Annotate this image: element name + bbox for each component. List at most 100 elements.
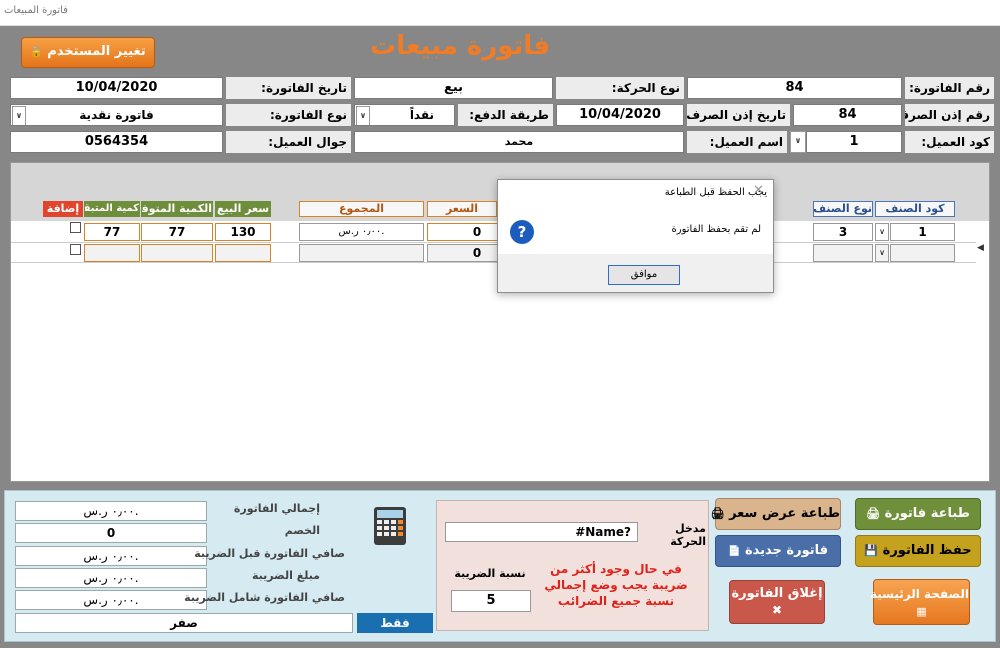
- calculator-icon[interactable]: [374, 507, 406, 545]
- window-titlebar: فاتورة المبيعات: [0, 0, 1000, 26]
- tax-amount-value: ٠٫٠٠ ر.س.: [15, 568, 207, 588]
- voucher-no-label: رقم إذن الصرف:: [905, 104, 994, 126]
- payment-method-select[interactable]: نقداً ∨: [354, 104, 455, 126]
- col-header-sell-price: سعر البيع: [215, 201, 271, 217]
- voucher-date-field[interactable]: 10/04/2020: [556, 104, 684, 126]
- row-selector-icon[interactable]: ◀: [977, 243, 984, 253]
- movement-type-label: نوع الحركة:: [556, 77, 684, 99]
- tax-rate-field[interactable]: 5: [451, 590, 531, 612]
- home-button[interactable]: الصفحة الرئيسية ▦: [869, 579, 970, 625]
- payment-method-value: نقداً: [409, 108, 434, 122]
- row2-sell-price[interactable]: [215, 244, 271, 262]
- new-invoice-label: فاتورة جديدة: [744, 543, 829, 558]
- row2-total: [299, 244, 424, 262]
- row2-type[interactable]: [813, 244, 873, 262]
- dialog-title: يجب الحفظ قبل الطباعة: [664, 187, 767, 198]
- customer-select-button[interactable]: ∨: [790, 131, 806, 153]
- customer-name-field[interactable]: محمد: [354, 131, 684, 153]
- print-quote-label: طباعة عرض سعر: [729, 506, 840, 521]
- col-header-price: السعر: [427, 201, 497, 217]
- row2-code[interactable]: [890, 244, 955, 262]
- row1-remaining-qty: 77: [84, 223, 140, 241]
- row1-type[interactable]: 3: [813, 223, 873, 241]
- net-with-tax-value: ٠٫٠٠ ر.س.: [15, 590, 207, 610]
- page-title: فاتورة مبيعات: [369, 31, 551, 61]
- question-icon: ?: [510, 220, 534, 244]
- customer-code-field[interactable]: 1: [806, 131, 902, 153]
- row2-code-dropdown[interactable]: ∨: [875, 244, 889, 262]
- save-invoice-button[interactable]: حفظ الفاتورة 💾: [855, 535, 981, 567]
- print-invoice-label: طباعة فاتورة: [884, 506, 970, 521]
- change-user-label: تغيير المستخدم: [47, 44, 146, 59]
- discount-value[interactable]: 0: [15, 523, 207, 543]
- invoice-type-value: فاتورة نقدية: [79, 108, 154, 122]
- customer-mobile-label: جوال العميل:: [226, 131, 351, 153]
- payment-method-label: طريقة الدفع:: [458, 104, 553, 126]
- tax-note: في حال وجود أكثر من ضريبة يجب وضع إجمالي…: [544, 562, 688, 608]
- printer-icon: 🖨: [710, 507, 725, 520]
- voucher-date-label: تاريخ إذن الصرف:: [687, 104, 790, 126]
- print-invoice-button[interactable]: طباعة فاتورة 🖨: [855, 498, 981, 530]
- col-header-type: نوع الصنف: [813, 201, 873, 217]
- row1-total: ٠٫٠٠ ر.س.: [299, 223, 424, 241]
- row1-add-checkbox[interactable]: [70, 222, 81, 233]
- save-icon: 💾: [864, 544, 879, 557]
- movement-type-field[interactable]: بيع: [354, 77, 553, 99]
- row1-code[interactable]: 1: [890, 223, 955, 241]
- save-warning-dialog: يجب الحفظ قبل الطباعة ✕ ? لم تقم بحفظ ال…: [497, 179, 774, 293]
- chevron-down-icon: ∨: [879, 248, 885, 257]
- col-header-remaining-qty: كمية المتبقي: [84, 201, 140, 217]
- invoice-date-label: تاريخ الفاتورة:: [226, 77, 351, 99]
- net-with-tax-label: صافي الفاتورة شامل الضريبة: [184, 591, 345, 604]
- col-header-add: إضافة: [43, 201, 83, 217]
- row2-remaining-qty: [84, 244, 140, 262]
- close-icon: ✖: [771, 603, 783, 617]
- save-invoice-label: حفظ الفاتورة: [882, 543, 972, 558]
- col-header-total: المجموع: [299, 201, 424, 217]
- close-invoice-label: إغلاق الفاتورة: [731, 586, 823, 601]
- chevron-down-icon[interactable]: ∨: [356, 106, 370, 125]
- only-label: فقط: [357, 613, 433, 633]
- tax-rate-label: نسبة الضريبة: [454, 567, 526, 580]
- customer-mobile-field[interactable]: 0564354: [10, 131, 223, 153]
- dialog-message: لم تقم بحفظ الفاتورة: [671, 224, 761, 235]
- close-invoice-button[interactable]: إغلاق الفاتورة ✖: [729, 580, 825, 624]
- invoice-type-select[interactable]: فاتورة نقدية ∨: [10, 104, 223, 126]
- col-header-code: كود الصنف: [875, 201, 955, 217]
- window-title: فاتورة المبيعات: [4, 5, 68, 16]
- new-document-icon: 📄: [727, 546, 741, 557]
- close-icon[interactable]: ✕: [753, 183, 764, 198]
- change-user-button[interactable]: تغيير المستخدم 🔒: [21, 37, 155, 68]
- invoice-type-label: نوع الفاتورة:: [226, 104, 351, 126]
- net-before-tax-value: ٠٫٠٠ ر.س.: [15, 546, 207, 566]
- chevron-down-icon: ∨: [791, 132, 805, 152]
- invoice-no-label: رقم الفاتورة:: [905, 77, 994, 99]
- printer-icon: 🖨: [866, 507, 881, 520]
- print-quote-button[interactable]: طباعة عرض سعر 🖨: [711, 498, 841, 530]
- ok-button[interactable]: موافق: [608, 265, 680, 285]
- invoice-date-field[interactable]: 10/04/2020: [10, 77, 223, 99]
- entered-by-label: مدخل الحركة: [670, 522, 706, 548]
- customer-code-label: كود العميل:: [905, 131, 994, 153]
- net-before-tax-label: صافي الفاتورة قبل الضريبة: [194, 547, 345, 560]
- row1-available-qty: 77: [141, 223, 213, 241]
- amount-words-value: صفر: [15, 613, 353, 633]
- voucher-no-field[interactable]: 84: [793, 104, 902, 126]
- new-invoice-button[interactable]: فاتورة جديدة 📄: [715, 535, 841, 567]
- invoice-no-field[interactable]: 84: [687, 77, 902, 99]
- col-header-available-qty: الكمية المتوفرة: [141, 201, 213, 217]
- row1-sell-price[interactable]: 130: [215, 223, 271, 241]
- chevron-down-icon: ∨: [879, 227, 885, 236]
- total-value: ٠٫٠٠ ر.س.: [15, 501, 207, 521]
- lock-icon: 🔒: [30, 47, 43, 58]
- entered-by-field: #Name?: [445, 522, 638, 542]
- home-icon: ▦: [916, 605, 927, 618]
- chevron-down-icon[interactable]: ∨: [12, 106, 26, 125]
- tax-amount-label: مبلغ الضريبة: [251, 569, 320, 582]
- row1-code-dropdown[interactable]: ∨: [875, 223, 889, 241]
- home-label: الصفحة الرئيسية: [869, 587, 969, 601]
- customer-name-label: اسم العميل:: [687, 131, 787, 153]
- row2-add-checkbox[interactable]: [70, 244, 81, 255]
- total-label: إجمالي الفاتورة: [233, 502, 320, 515]
- discount-label: الخصم: [284, 524, 320, 537]
